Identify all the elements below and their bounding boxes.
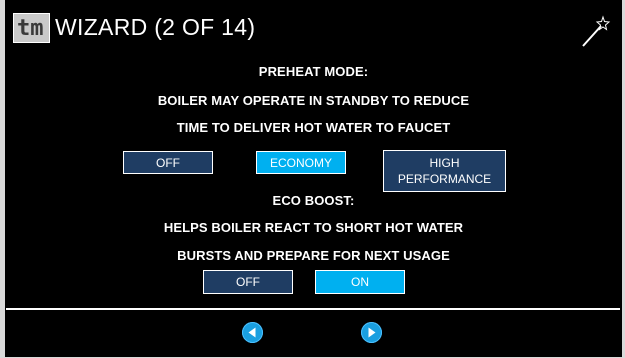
- preheat-off-button[interactable]: OFF: [123, 151, 213, 174]
- eco-boost-on-button[interactable]: ON: [315, 270, 405, 294]
- arrow-left-circle-icon: [248, 327, 256, 338]
- next-button[interactable]: [361, 322, 382, 343]
- high-performance-label-line-2: PERFORMANCE: [397, 172, 492, 186]
- preheat-description-line-2: TIME TO DELIVER HOT WATER TO FAUCET: [176, 120, 451, 135]
- eco-boost-description-line-2: BURSTS AND PREPARE FOR NEXT USAGE: [177, 248, 450, 263]
- arrow-right-circle-icon: [368, 327, 376, 338]
- back-button[interactable]: [242, 322, 263, 343]
- wizard-screen: tm WIZARD (2 OF 14) PREHEAT MODE: BOILER…: [5, 0, 622, 357]
- preheat-heading: PREHEAT MODE:: [258, 64, 369, 79]
- eco-boost-off-button[interactable]: OFF: [203, 270, 293, 294]
- logo-glyph: tm: [17, 16, 44, 41]
- high-performance-label-line-1: HIGH: [429, 156, 460, 170]
- eco-boost-description-line-1: HELPS BOILER REACT TO SHORT HOT WATER: [163, 220, 464, 235]
- header: tm WIZARD (2 OF 14): [5, 0, 622, 48]
- preheat-high-performance-button[interactable]: HIGH PERFORMANCE: [383, 150, 506, 192]
- preheat-economy-button[interactable]: ECONOMY: [256, 151, 346, 174]
- eco-boost-heading: ECO BOOST:: [272, 193, 355, 208]
- preheat-description-line-1: BOILER MAY OPERATE IN STANDBY TO REDUCE: [157, 93, 470, 108]
- magic-wand-icon[interactable]: [577, 14, 613, 50]
- page-title: WIZARD (2 OF 14): [55, 14, 256, 40]
- app-logo: tm: [13, 13, 50, 43]
- footer-divider: [6, 308, 620, 310]
